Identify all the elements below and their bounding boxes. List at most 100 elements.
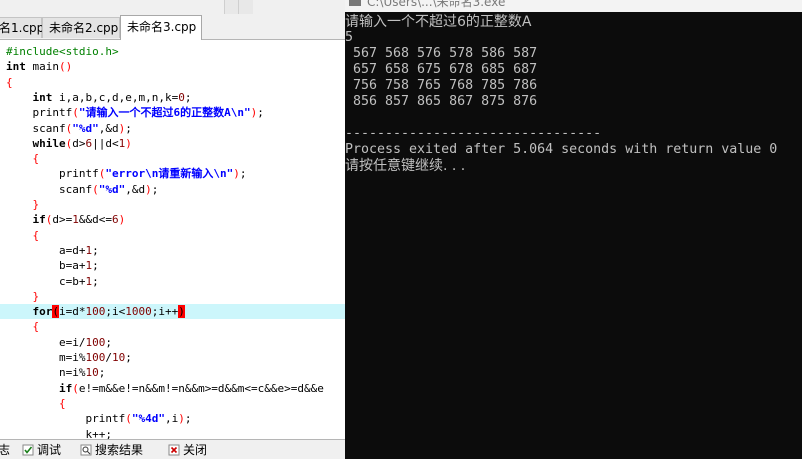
code-token: i,a,b,c,d,e,m,n,k=: [52, 90, 179, 104]
code-line[interactable]: #include<stdio.h>: [6, 44, 119, 59]
code-line[interactable]: n=i%10;: [6, 365, 105, 380]
code-token: b=a+: [6, 259, 86, 273]
code-line[interactable]: int main(): [6, 59, 72, 74]
code-token: scanf: [6, 121, 66, 135]
code-token: ;: [257, 106, 264, 120]
code-line[interactable]: }: [6, 289, 40, 304]
code-token: "error\n请重新输入\n": [105, 167, 234, 181]
code-token: (): [59, 60, 73, 74]
console-scrollbar[interactable]: [785, 12, 802, 459]
code-line[interactable]: b=a+1;: [6, 258, 99, 273]
code-line[interactable]: {: [6, 151, 40, 166]
code-editor[interactable]: #include<stdio.h> int main(){ int i,a,b,c…: [0, 40, 345, 439]
code-line[interactable]: if(e!=m&&e!=n&&m!=n&&m>=d&&m<=c&&e>=d&&e: [6, 381, 324, 396]
code-line[interactable]: {: [6, 319, 40, 334]
tab-close[interactable]: 关闭: [168, 442, 207, 459]
code-token: (: [125, 412, 132, 426]
console-line: 567 568 576 578 586 587: [345, 46, 538, 61]
code-token: "请输入一个不超过6的正整数A\n": [78, 106, 251, 120]
code-token: (: [72, 381, 79, 395]
code-line[interactable]: for(i=d*100;i<1000;i++): [0, 304, 345, 320]
code-token: 0: [178, 90, 185, 104]
code-line[interactable]: a=d+1;: [6, 243, 99, 258]
code-line[interactable]: if(d>=1&&d<=6): [6, 212, 126, 227]
code-token: ;i<: [105, 305, 126, 319]
code-token: n=i%: [6, 366, 86, 380]
code-line[interactable]: int i,a,b,c,d,e,m,n,k=0;: [6, 90, 192, 105]
code-token: (: [52, 305, 59, 319]
code-token: }: [32, 289, 40, 303]
code-token: if: [58, 381, 73, 395]
code-line[interactable]: e=i/100;: [6, 335, 112, 350]
scroll-arrow-icon[interactable]: [238, 0, 253, 14]
code-line[interactable]: while(d>6||d<1): [6, 136, 132, 151]
code-line[interactable]: printf("%4d",i);: [6, 411, 191, 426]
code-line[interactable]: m=i%100/10;: [6, 350, 132, 365]
code-line[interactable]: {: [6, 228, 40, 243]
tab-file-2[interactable]: 未命名2.cpp: [42, 17, 120, 38]
code-token: 100: [85, 305, 106, 319]
code-token: d>=: [52, 213, 73, 227]
code-token: ,&d: [98, 121, 119, 135]
code-token: ;: [92, 243, 99, 257]
code-token: 100: [85, 351, 106, 364]
tab-search-results[interactable]: 搜索结果: [80, 442, 143, 459]
console-title-bar[interactable]: C:\Users\...\未命名3.exe: [345, 0, 802, 12]
search-results-icon: [80, 444, 92, 455]
code-token: ;: [125, 351, 132, 364]
code-token: e!=m&&e!=n&&m!=n&&m>=d&&m<=c&&e>=d&&e: [78, 381, 324, 395]
code-token: c=b+: [6, 274, 86, 288]
code-token: {: [32, 320, 40, 334]
tab-search-results-label: 搜索结果: [95, 443, 144, 457]
console-line: Process exited after 5.064 seconds with …: [345, 142, 778, 157]
console-line: 657 658 675 678 685 687: [345, 62, 538, 77]
bottom-panel-tabs: 志 调试 搜索结果 关闭: [0, 439, 345, 459]
code-line[interactable]: scanf("%d",&d);: [6, 182, 158, 197]
code-line[interactable]: {: [6, 396, 66, 411]
code-line[interactable]: }: [6, 197, 40, 212]
editor-gutter: [0, 40, 4, 439]
code-line[interactable]: printf("请输入一个不超过6的正整数A\n");: [6, 105, 264, 120]
tab-debug[interactable]: 调试: [22, 442, 61, 459]
tab-file-1[interactable]: 名1.cpp: [0, 17, 44, 38]
code-token: 6: [112, 213, 119, 227]
code-token: ;i++: [151, 305, 179, 319]
code-token: 1: [72, 213, 79, 227]
code-line[interactable]: scanf("%d",&d);: [6, 121, 131, 136]
code-token: "%4d": [131, 412, 165, 426]
code-token: (: [92, 182, 99, 196]
tab-log[interactable]: 志: [0, 442, 10, 459]
code-token: ;: [92, 259, 99, 273]
console-title: C:\Users\...\未命名3.exe: [367, 0, 506, 9]
code-line[interactable]: c=b+1;: [6, 274, 99, 289]
code-token: 10: [85, 366, 99, 380]
code-line[interactable]: {: [6, 75, 13, 90]
code-token: ,&d: [125, 182, 146, 196]
console-window[interactable]: C:\Users\...\未命名3.exe 请输入一个不超过6的正整数A 5 56…: [345, 0, 802, 459]
code-line[interactable]: printf("error\n请重新输入\n");: [6, 166, 246, 181]
code-token: ;: [92, 274, 99, 288]
code-token: printf: [6, 106, 73, 120]
code-line[interactable]: k++;: [6, 427, 112, 440]
code-token: int: [6, 60, 26, 74]
tab-file-3[interactable]: 未命名3.cpp: [120, 15, 202, 40]
code-token: ): [233, 167, 240, 181]
code-token: ): [145, 182, 152, 196]
code-token: ): [178, 305, 185, 319]
code-token: ;: [239, 167, 247, 181]
code-token: ;: [184, 412, 192, 426]
code-token: printf: [6, 412, 126, 426]
scroll-arrow-icon[interactable]: [224, 0, 239, 14]
code-token: ): [118, 213, 126, 227]
code-token: k++;: [6, 427, 112, 440]
code-token: ;: [151, 182, 159, 196]
code-token: if: [32, 213, 46, 227]
code-token: ;: [98, 366, 106, 380]
